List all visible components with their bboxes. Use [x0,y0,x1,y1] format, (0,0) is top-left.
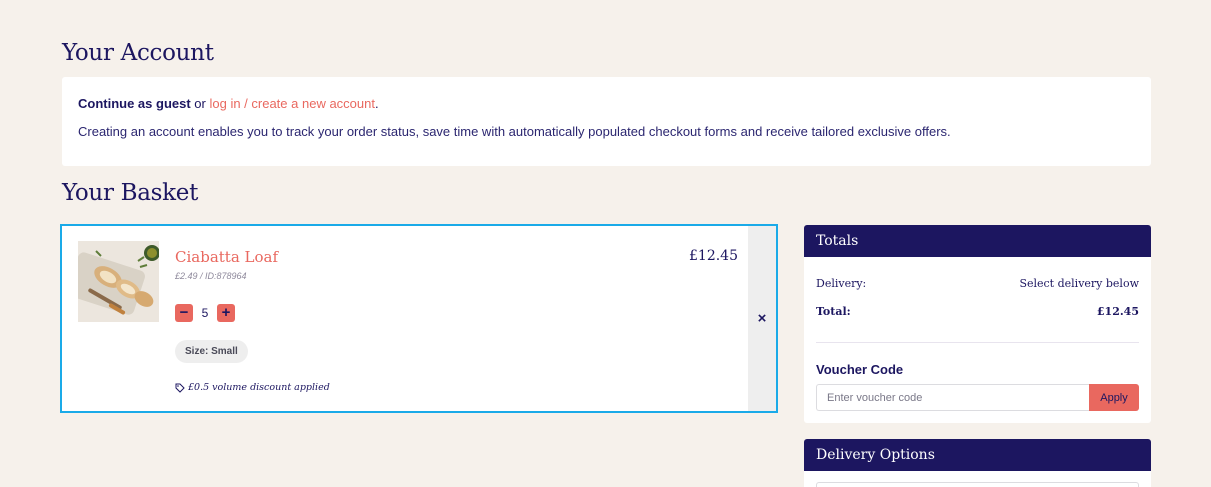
product-name[interactable]: Ciabatta Loaf [175,248,278,266]
totals-title: Totals [804,225,1151,257]
account-info-text: Creating an account enables you to track… [78,124,951,139]
quantity-value: 5 [201,306,209,320]
delivery-options-title: Delivery Options [804,439,1151,471]
tag-icon [175,383,185,393]
basket-item: Ciabatta Loaf £2.49 / ID:878964 £12.45 −… [60,224,778,413]
period-text: . [374,96,379,111]
delivery-label: Delivery: [816,277,867,290]
voucher-form: Apply [816,384,1139,411]
voucher-label: Voucher Code [816,362,904,377]
delivery-value: Select delivery below [1019,277,1139,290]
delivery-select[interactable] [816,482,1139,487]
discount-note: £0.5 volume discount applied [175,382,330,393]
minus-icon[interactable]: − [175,304,193,322]
total-label: Total: [816,305,851,318]
close-icon: × [757,310,767,327]
account-card: Continue as guest or log in / create a n… [62,77,1151,166]
basket-title: Your Basket [62,180,199,206]
continue-as-guest-link[interactable]: Continue as guest [78,96,191,111]
login-create-account-link[interactable]: log in / create a new account [209,96,375,111]
product-meta: £2.49 / ID:878964 [175,271,247,281]
remove-item-button[interactable]: × [748,226,776,411]
account-title: Your Account [62,40,214,66]
discount-text: £0.5 volume discount applied [188,382,330,393]
plus-icon[interactable]: + [217,304,235,322]
divider [816,342,1139,343]
or-text: or [190,96,210,111]
delivery-row: Delivery: Select delivery below [816,277,1139,290]
total-row: Total: £12.45 [816,305,1139,318]
total-value: £12.45 [1096,305,1139,318]
totals-panel: Totals Delivery: Select delivery below T… [804,225,1151,423]
quantity-stepper: − 5 + [175,304,235,322]
size-badge: Size: Small [175,340,248,363]
guest-line: Continue as guest or log in / create a n… [78,96,1135,111]
voucher-input[interactable] [816,384,1089,411]
delivery-options-panel: Delivery Options [804,439,1151,487]
product-image[interactable] [78,241,159,322]
apply-voucher-button[interactable]: Apply [1089,384,1139,411]
product-price: £12.45 [689,248,738,264]
